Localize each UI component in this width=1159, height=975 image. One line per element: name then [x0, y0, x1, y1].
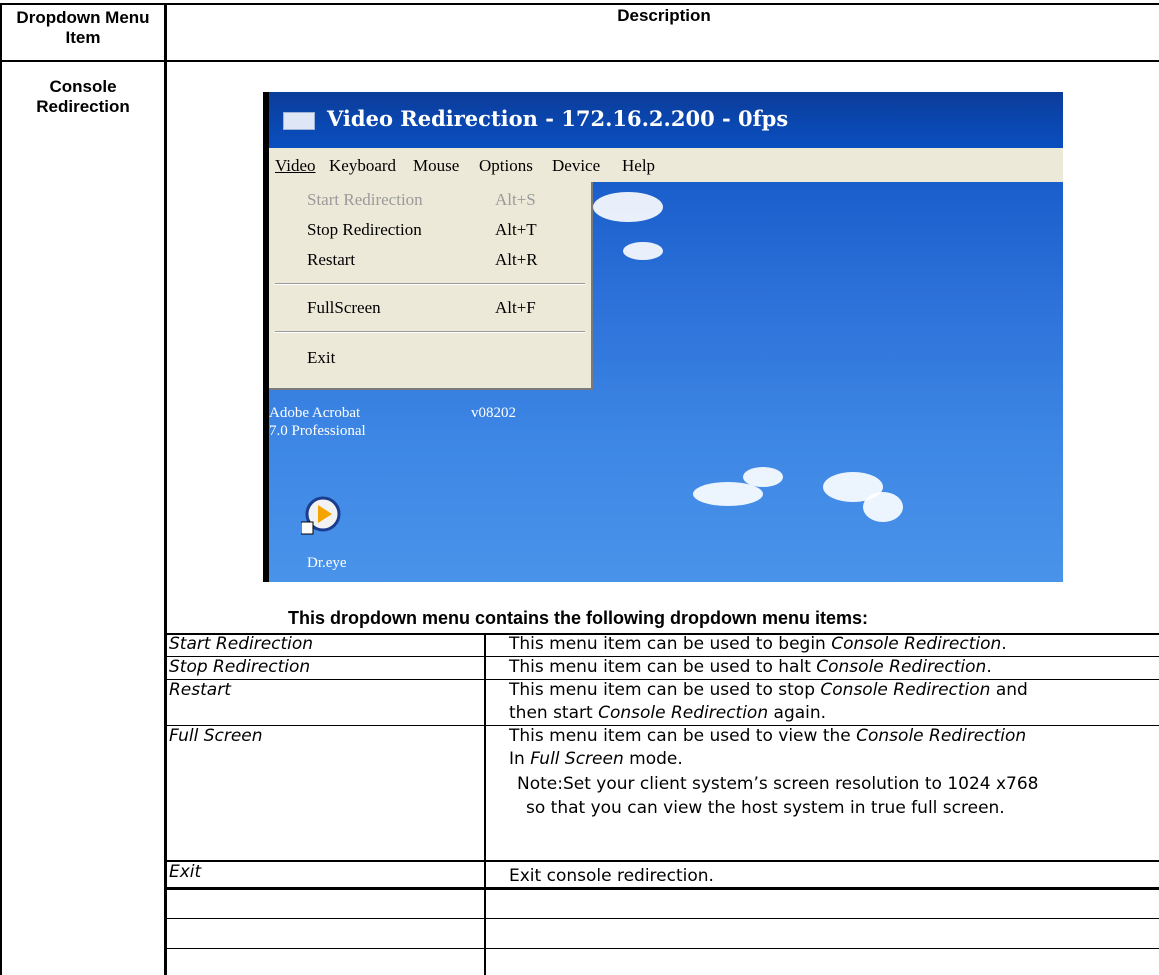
- item-desc-stop-redirection: This menu item can be used to halt Conso…: [509, 657, 992, 677]
- item-desc-full-screen-note: Note:Set your client system’s screen res…: [517, 774, 1039, 794]
- item-desc-restart-line2: then start Console Redirection again.: [509, 703, 827, 723]
- shortcut-stop: Alt+T: [495, 220, 537, 239]
- shortcut-fullscreen: Alt+F: [495, 298, 536, 317]
- shortcut-restart: Alt+R: [495, 250, 538, 269]
- video-dropdown-menu: Start Redirection Alt+S Stop Redirection…: [269, 182, 593, 390]
- item-desc-restart-line1: This menu item can be used to stop Conso…: [509, 680, 1028, 700]
- item-name-start-redirection: Start Redirection: [169, 634, 314, 654]
- window-titlebar: Video Redirection - 172.16.2.200 - 0fps: [269, 92, 1063, 148]
- menu-device[interactable]: Device: [552, 156, 600, 176]
- desktop-icon-label-v08202[interactable]: v08202: [471, 404, 516, 422]
- shortcut-start: Alt+S: [495, 190, 536, 209]
- menu-help[interactable]: Help: [622, 156, 655, 176]
- header-description: Description: [617, 6, 711, 25]
- item-desc-start-redirection: This menu item can be used to begin Cons…: [509, 634, 1007, 654]
- dropdown-start-redirection[interactable]: Start Redirection: [307, 190, 423, 210]
- item-desc-exit: Exit console redirection.: [509, 866, 714, 886]
- window-title: Video Redirection - 172.16.2.200 - 0fps: [327, 106, 789, 131]
- row-label-console-redirection: Console Redirection: [36, 77, 130, 116]
- dreye-icon[interactable]: [301, 492, 345, 536]
- dropdown-exit[interactable]: Exit: [307, 348, 335, 368]
- item-name-full-screen: Full Screen: [169, 726, 263, 746]
- desktop-icon-label-dreye[interactable]: Dr.eye: [307, 554, 347, 572]
- item-name-restart: Restart: [169, 680, 231, 700]
- window-icon: [283, 112, 315, 130]
- menu-video[interactable]: Video: [275, 156, 316, 176]
- desktop-icon-label-adobe[interactable]: Adobe Acrobat 7.0 Professional: [269, 404, 366, 440]
- item-name-exit: Exit: [169, 862, 202, 882]
- menu-options[interactable]: Options: [479, 156, 533, 176]
- item-desc-full-screen-line1: This menu item can be used to view the C…: [509, 726, 1027, 746]
- menu-keyboard[interactable]: Keyboard: [329, 156, 396, 176]
- dropdown-restart[interactable]: Restart: [307, 250, 355, 270]
- video-redirection-screenshot: Video Redirection - 172.16.2.200 - 0fps …: [263, 92, 1063, 582]
- intro-text: This dropdown menu contains the followin…: [288, 608, 868, 628]
- item-desc-full-screen-note2: so that you can view the host system in …: [526, 798, 1005, 818]
- menubar: Video Keyboard Mouse Options Device Help: [269, 148, 1063, 182]
- dropdown-stop-redirection[interactable]: Stop Redirection: [307, 220, 422, 240]
- item-desc-full-screen-line2: In Full Screen mode.: [509, 749, 683, 769]
- menu-mouse[interactable]: Mouse: [413, 156, 459, 176]
- dropdown-fullscreen[interactable]: FullScreen: [307, 298, 381, 318]
- header-dropdown-menu-item: Dropdown Menu Item: [16, 8, 150, 47]
- item-name-stop-redirection: Stop Redirection: [169, 657, 311, 677]
